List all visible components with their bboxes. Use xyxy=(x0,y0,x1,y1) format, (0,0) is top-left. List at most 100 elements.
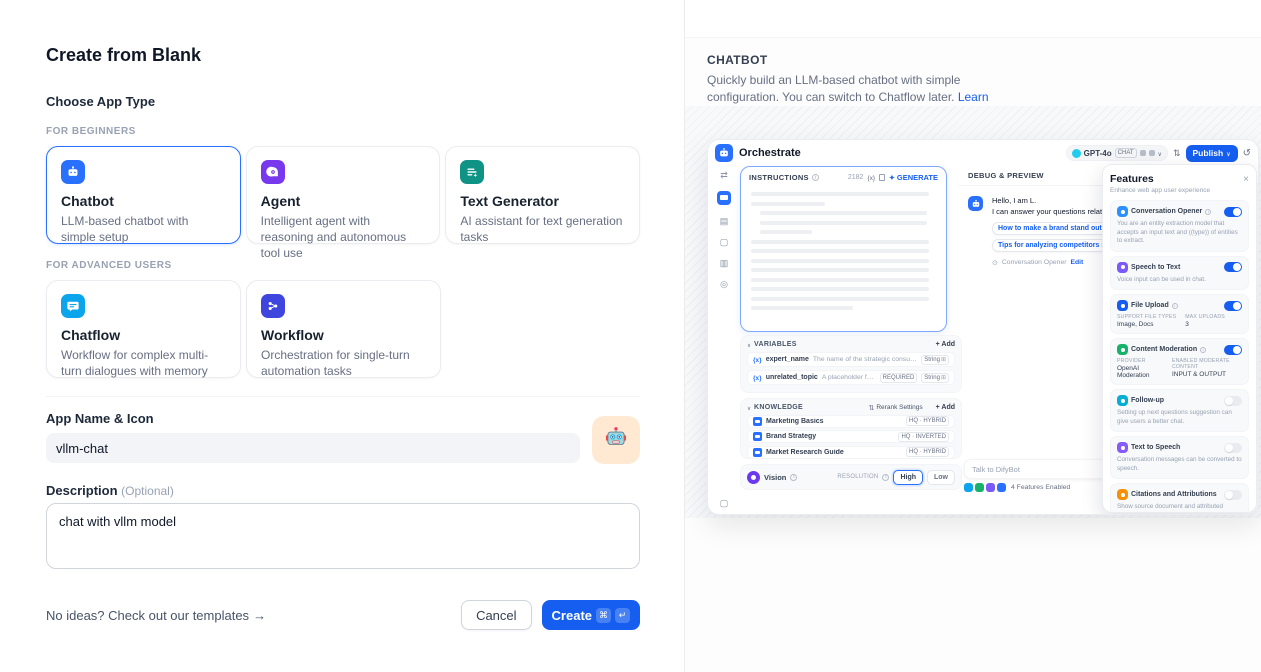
toggle-switch xyxy=(1224,301,1242,311)
edit-link: Edit xyxy=(1070,259,1083,266)
agent-icon xyxy=(261,160,285,184)
info-icon xyxy=(1205,209,1211,215)
mock-app-title: Orchestrate xyxy=(739,147,801,159)
create-from-blank-pane: Create from Blank Choose App Type FOR BE… xyxy=(0,0,684,672)
card-desc: Orchestration for single-turn automation… xyxy=(261,347,426,379)
swap-icon: ⇄ xyxy=(720,170,728,180)
variable-icon xyxy=(753,355,762,364)
variable-row: unrelated_topic A placeholder for topics… xyxy=(747,370,955,385)
preview-heading: CHATBOT xyxy=(707,53,1015,67)
card-desc: AI assistant for text generation tasks xyxy=(460,213,625,245)
image-icon: ▤ xyxy=(720,216,729,226)
card-title: Text Generator xyxy=(460,193,625,210)
variables-panel: VARIABLES + Add expert_name The name of … xyxy=(740,335,962,393)
text-generator-icon xyxy=(460,160,484,184)
chatbot-robot-icon xyxy=(61,160,85,184)
mock-topbar: Orchestrate GPT-4o CHAT Publish xyxy=(708,140,1258,166)
features-side-panel: Features Enhance web app user experience… xyxy=(1102,164,1257,513)
description-label: Description (Optional) xyxy=(46,483,640,499)
app-name-input[interactable] xyxy=(46,433,580,463)
card-desc: Intelligent agent with reasoning and aut… xyxy=(261,213,426,262)
history-icon xyxy=(1243,148,1251,159)
app-icon-picker[interactable] xyxy=(592,416,640,464)
card-title: Chatbot xyxy=(61,193,226,210)
clipboard-icon xyxy=(879,174,885,181)
description-textarea[interactable]: chat with vllm model xyxy=(46,503,640,569)
file-upload-icon xyxy=(1117,300,1128,311)
model-mode-badge: CHAT xyxy=(1115,148,1137,158)
mock-app-icon xyxy=(715,144,733,162)
publish-button: Publish xyxy=(1186,145,1238,162)
toggle-switch xyxy=(1224,490,1242,500)
info-icon xyxy=(790,474,797,481)
app-type-card-chatbot[interactable]: Chatbot LLM-based chatbot with simple se… xyxy=(46,146,241,244)
grid-icon xyxy=(940,375,946,381)
add-knowledge-button: + Add xyxy=(936,404,955,411)
beginner-cards-row: Chatbot LLM-based chatbot with simple se… xyxy=(46,146,640,244)
moderation-shield-icon xyxy=(1117,344,1128,355)
instructions-panel: INSTRUCTIONS 2182 GENERATE xyxy=(740,166,947,332)
opener-icon xyxy=(992,259,998,267)
app-type-card-agent[interactable]: Agent Intelligent agent with reasoning a… xyxy=(246,146,441,244)
modal-footer: No ideas? Check out our templates→ Cance… xyxy=(46,600,640,630)
toggle-switch xyxy=(1224,262,1242,272)
mock-sidebar-rail: ⇄ ▤ ▢ ▥ ◎ xyxy=(708,166,740,514)
card-title: Agent xyxy=(261,193,426,210)
settings-icon xyxy=(1149,150,1155,156)
variable-icon xyxy=(753,373,762,382)
robot-emoji-icon xyxy=(603,425,629,456)
dataset-icon xyxy=(753,448,762,457)
vision-eye-icon xyxy=(747,471,760,484)
feature-item-citations: Citations and Attributions Show source d… xyxy=(1110,483,1249,513)
moderation-mini-icon xyxy=(975,483,984,492)
char-count: 2182 xyxy=(848,174,864,181)
cmd-key-icon: ⌘ xyxy=(596,608,611,623)
info-icon xyxy=(1200,347,1206,353)
add-variable-button: + Add xyxy=(936,341,955,348)
generate-button: GENERATE xyxy=(889,173,938,182)
sparkle-icon xyxy=(889,173,895,182)
app-type-card-workflow[interactable]: Workflow Orchestration for single-turn a… xyxy=(246,280,441,378)
knowledge-panel: KNOWLEDGE Rerank Settings + Add Marketin… xyxy=(740,398,962,459)
workflow-icon xyxy=(261,294,285,318)
cancel-button[interactable]: Cancel xyxy=(461,600,531,630)
conversation-opener-icon xyxy=(1117,206,1128,217)
tune-icon xyxy=(1173,148,1181,159)
bot-avatar xyxy=(968,196,983,211)
follow-up-icon xyxy=(1117,395,1128,406)
top-strip xyxy=(685,0,1261,38)
for-beginners-label: FOR BEGINNERS xyxy=(46,126,640,138)
knowledge-row: Market Research Guide HQ · HYBRID xyxy=(747,446,955,459)
create-button[interactable]: Create ⌘ ↵ xyxy=(542,600,640,630)
toggle-switch xyxy=(1224,396,1242,406)
enabled-features-badges: 4 Features Enabled xyxy=(964,483,1070,492)
notes-icon: ▥ xyxy=(720,258,729,268)
feature-item-conversation-opener: Conversation Opener You are an entity ex… xyxy=(1110,200,1249,252)
dataset-icon xyxy=(753,417,762,426)
grid-icon xyxy=(940,357,946,363)
for-advanced-users-label: FOR ADVANCED USERS xyxy=(46,260,640,272)
app-name-label: App Name & Icon xyxy=(46,411,640,427)
optional-hint: (Optional) xyxy=(121,484,174,498)
citations-icon xyxy=(1117,489,1128,500)
app-type-card-text-generator[interactable]: Text Generator AI assistant for text gen… xyxy=(445,146,640,244)
info-icon xyxy=(812,174,819,181)
advanced-cards-row: Chatflow Workflow for complex multi-turn… xyxy=(46,280,640,378)
knowledge-row: Brand Strategy HQ · INVERTED xyxy=(747,430,955,443)
card-title: Workflow xyxy=(261,327,426,344)
toggle-switch xyxy=(1224,207,1242,217)
app-type-card-chatflow[interactable]: Chatflow Workflow for complex multi-turn… xyxy=(46,280,241,378)
feature-item-file-upload: File Upload SUPPORT FILE TYPES Image, Do… xyxy=(1110,294,1249,334)
microphone-icon xyxy=(1117,262,1128,273)
document-icon: ▢ xyxy=(720,237,729,247)
orchestrate-tab-icon xyxy=(717,191,731,205)
templates-link[interactable]: No ideas? Check out our templates→ xyxy=(46,608,266,623)
choose-app-type-label: Choose App Type xyxy=(46,94,640,110)
file-upload-mini-icon xyxy=(997,483,1006,492)
resolution-low-button: Low xyxy=(927,470,955,485)
instructions-skeleton-text xyxy=(741,186,946,310)
dataset-icon xyxy=(753,432,762,441)
text-to-speech-icon xyxy=(1117,442,1128,453)
panel-toggle-icon: ▢ xyxy=(708,498,740,508)
variable-row: expert_name The name of the strategic co… xyxy=(747,352,955,367)
